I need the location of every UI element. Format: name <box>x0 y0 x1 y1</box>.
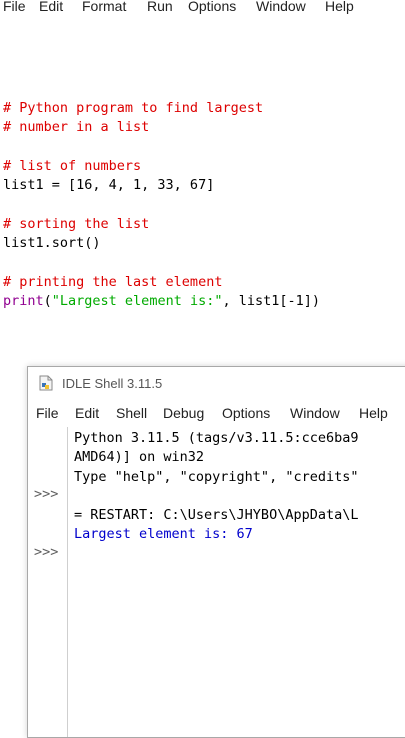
menu-window[interactable]: Window <box>256 0 306 14</box>
shell-menu-debug[interactable]: Debug <box>163 405 204 421</box>
shell-menu-edit[interactable]: Edit <box>75 405 99 421</box>
shell-title: IDLE Shell 3.11.5 <box>62 376 163 391</box>
code-string: "Largest element is:" <box>51 292 223 309</box>
code-comment: # list of numbers <box>3 157 142 174</box>
code-line: list1.sort() <box>3 235 101 252</box>
shell-prompt: >>> <box>34 544 59 560</box>
shell-prompt: >>> <box>34 486 59 502</box>
code-comment: # sorting the list <box>3 215 150 232</box>
idle-shell-window[interactable]: IDLE Shell 3.11.5 File Edit Shell Debug … <box>27 366 405 738</box>
shell-menu-window[interactable]: Window <box>290 405 340 421</box>
code-comment: # Python program to find largest <box>3 100 264 116</box>
menu-run[interactable]: Run <box>147 0 173 14</box>
menu-format[interactable]: Format <box>82 0 126 14</box>
shell-banner-line: AMD64)] on win32 <box>74 449 205 466</box>
code-comment: # printing the last element <box>3 273 223 290</box>
menu-options[interactable]: Options <box>188 0 236 14</box>
shell-banner-line: Type "help", "copyright", "credits" <box>74 468 359 485</box>
idle-app-icon <box>39 375 53 391</box>
shell-menu-options[interactable]: Options <box>222 405 270 421</box>
shell-menubar: File Edit Shell Debug Options Window Hel… <box>28 403 405 425</box>
shell-menu-file[interactable]: File <box>36 405 59 421</box>
shell-banner-line: Python 3.11.5 (tags/v3.11.5:cce6ba9 <box>74 430 359 446</box>
shell-menu-help[interactable]: Help <box>359 405 388 421</box>
editor-code-area[interactable]: # Python program to find largest # numbe… <box>3 99 320 311</box>
code-line: list1 = [16, 4, 1, 33, 67] <box>3 177 215 194</box>
shell-menu-shell[interactable]: Shell <box>116 405 147 421</box>
shell-prompt-gutter: >>> >>> <box>32 427 68 737</box>
shell-restart-line: = RESTART: C:\Users\JHYBO\AppData\L <box>74 507 359 524</box>
code-paren: ( <box>43 292 52 309</box>
menu-edit[interactable]: Edit <box>39 0 63 14</box>
shell-titlebar[interactable]: IDLE Shell 3.11.5 <box>28 367 405 401</box>
code-comment: # number in a list <box>3 119 150 136</box>
menu-help[interactable]: Help <box>325 0 354 14</box>
code-line: , list1[-1]) <box>222 292 321 309</box>
shell-program-output: Largest element is: 67 <box>74 526 253 543</box>
editor-menubar: File Edit Format Run Options Window Help <box>0 0 405 16</box>
shell-output-area[interactable]: Python 3.11.5 (tags/v3.11.5:cce6ba9 AMD6… <box>74 429 358 545</box>
menu-file[interactable]: File <box>3 0 26 14</box>
code-builtin: print <box>3 292 44 309</box>
